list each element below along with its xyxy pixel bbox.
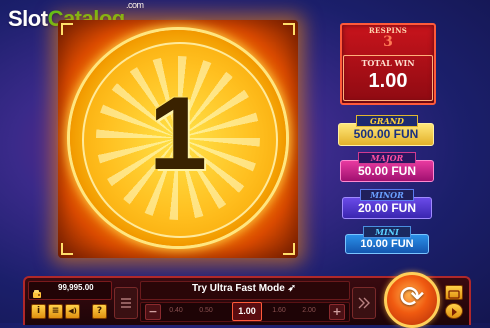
minor-jackpot-label: MINOR [360,189,414,201]
total-win-label: TOTAL WIN [361,58,415,68]
balance-value: 99,995.00 [58,283,94,292]
frame-corner-top-left [61,23,73,35]
wallet-icon [32,284,42,298]
bet-option[interactable]: 0.50 [193,304,219,317]
frame-corner-top-right [283,23,295,35]
total-win-value: 1.00 [368,70,408,92]
play-icon[interactable] [445,303,463,319]
frame-corner-bottom-left [61,243,73,255]
fast-mode-text[interactable]: Try Ultra Fast Mode ➶ [140,283,348,294]
bet-option[interactable]: 2.00 [296,304,322,317]
help-button[interactable]: ? [92,304,107,319]
logo-com-text: .com [126,0,144,10]
bet-increase-button[interactable]: + [329,304,345,320]
major-jackpot-label: MAJOR [358,152,416,164]
bet-option[interactable]: 0.40 [163,304,189,317]
respins-count: 3 [383,34,393,50]
autoplay-button[interactable] [445,285,463,300]
bet-current-value[interactable]: 1.00 [232,302,262,321]
turbo-button[interactable] [352,287,376,319]
info-button[interactable]: i [31,304,46,319]
coin-value-number: 1 [149,76,207,192]
bet-decrease-button[interactable]: − [145,304,161,320]
grand-jackpot-label: GRAND [356,115,418,127]
paytable-button[interactable] [114,287,138,319]
menu-button[interactable]: ≡ [48,304,63,319]
frame-corner-bottom-right [283,243,295,255]
bet-option[interactable]: 1.60 [266,304,292,317]
logo-slot-text: Slot [8,6,48,31]
sound-button[interactable]: ◀) [65,304,80,319]
spin-icon[interactable]: ⟳ [384,280,440,316]
mini-jackpot-label: MINI [363,226,411,238]
